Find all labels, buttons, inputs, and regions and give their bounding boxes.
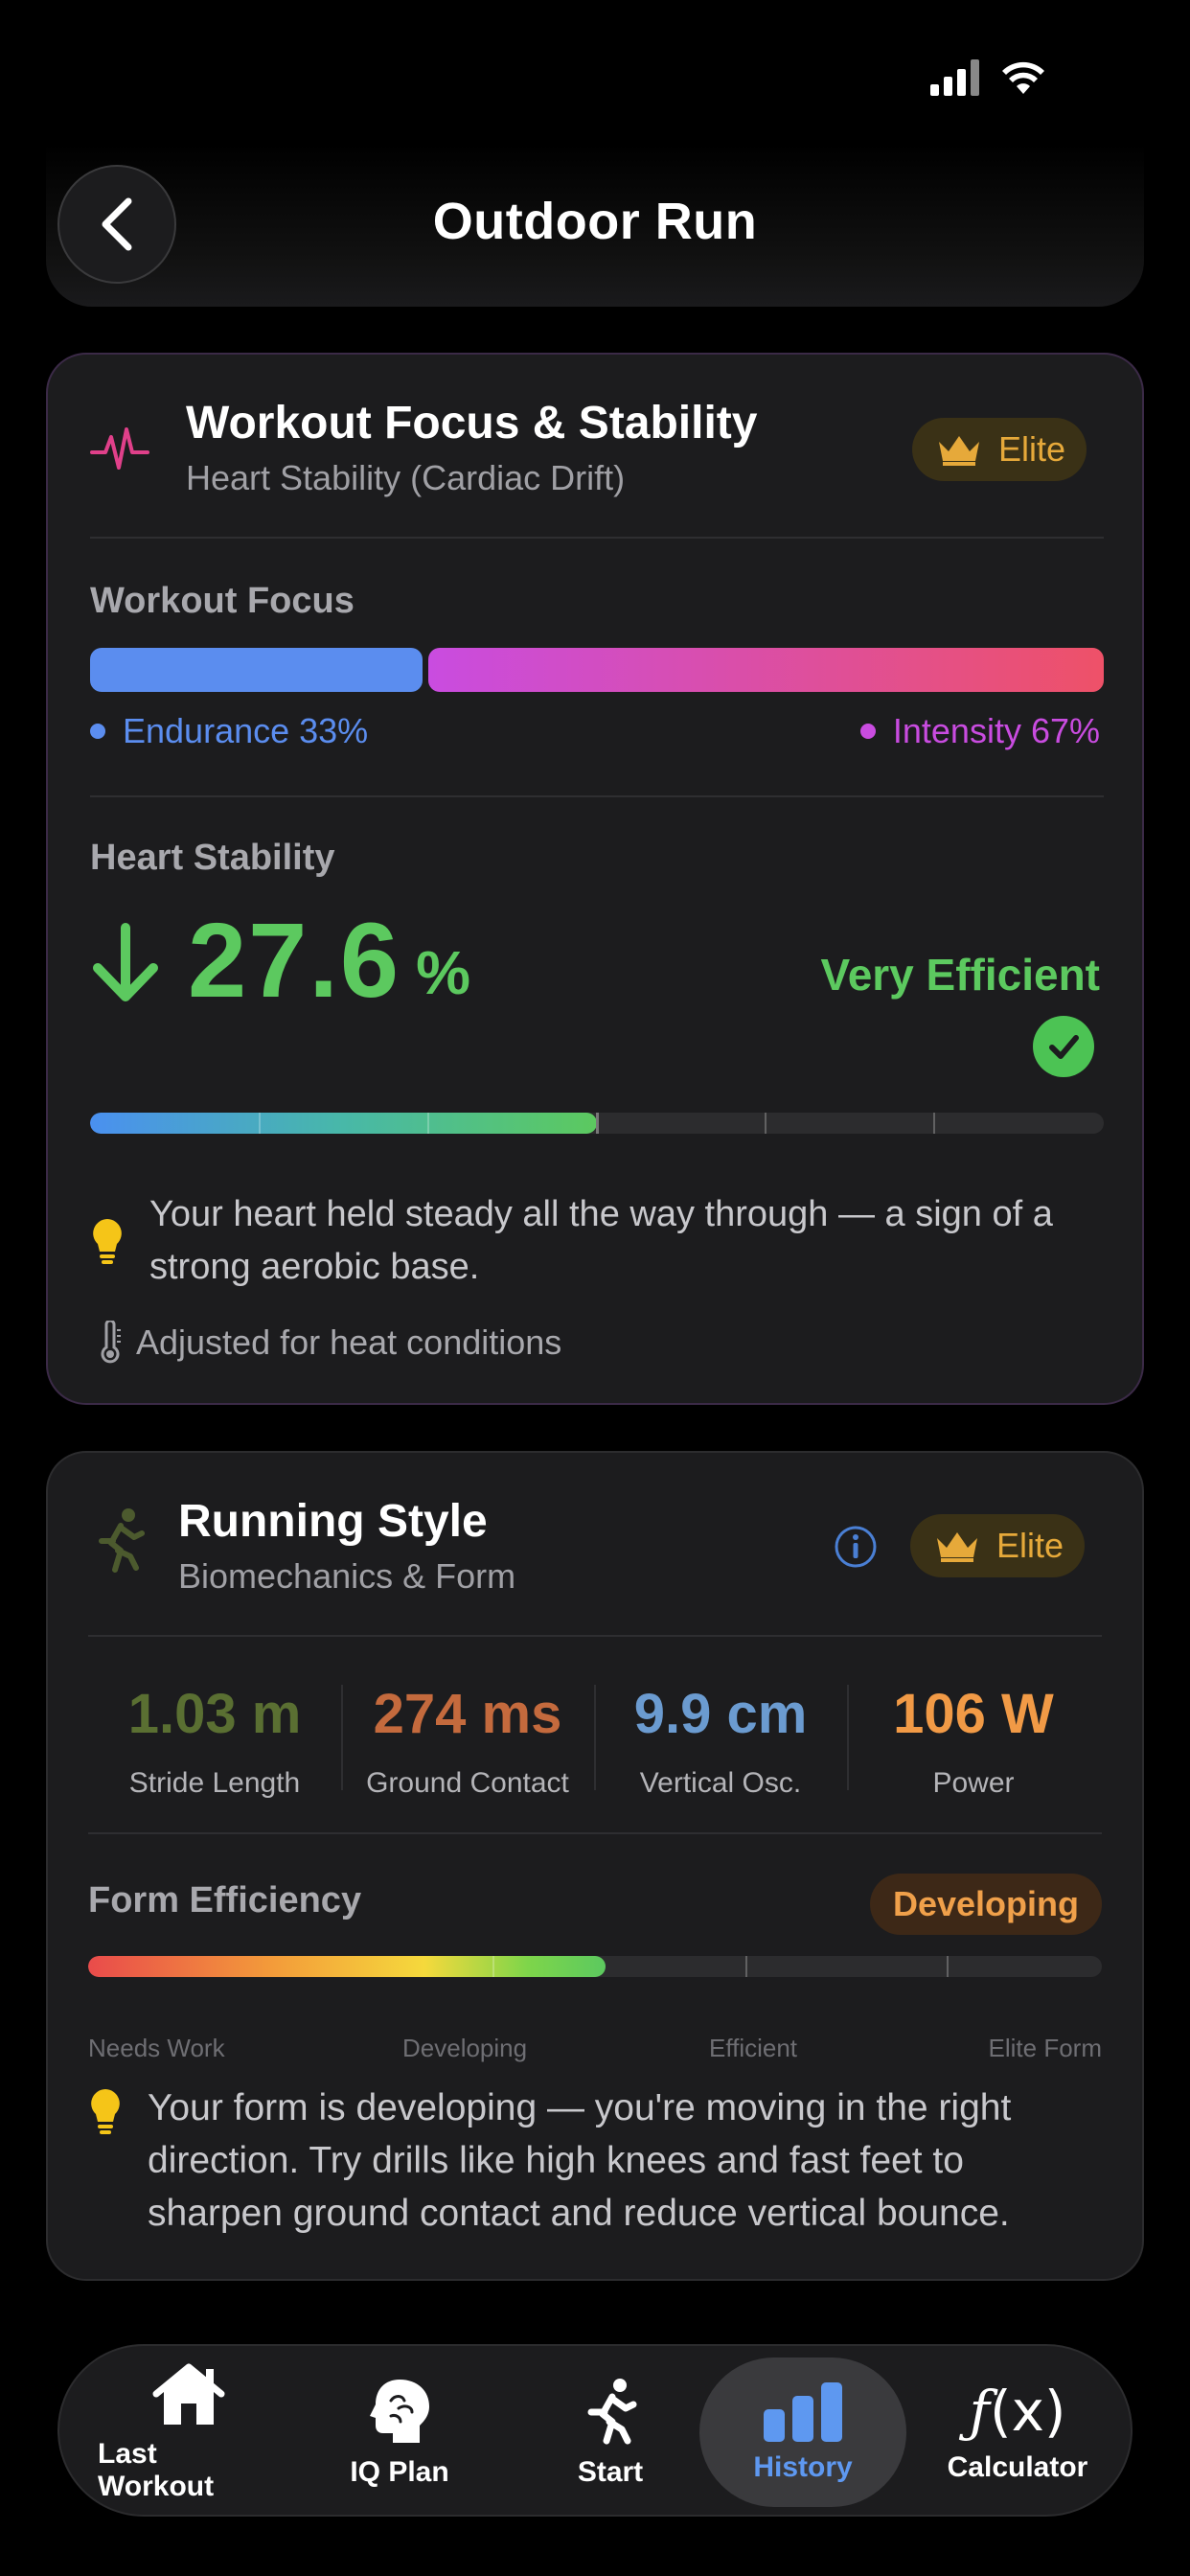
heart-stability-value: 27.6 % <box>88 908 470 1014</box>
intensity-legend: Intensity 67% <box>859 711 1100 751</box>
stability-rating: Very Efficient <box>820 950 1100 1000</box>
scale-label: Elite Form <box>988 2034 1102 2062</box>
tab-history[interactable]: History <box>699 2358 906 2507</box>
intensity-segment <box>428 648 1104 692</box>
tab-label: History <box>753 2451 853 2483</box>
metric-value: 9.9 cm <box>633 1683 808 1745</box>
heartbeat-icon <box>90 427 149 470</box>
heart-stability-gauge <box>90 1113 1104 1134</box>
metric-label: Vertical Osc. <box>639 1767 802 1799</box>
stability-unit: % <box>416 938 470 1007</box>
scale-label: Developing <box>402 2034 528 2062</box>
vertical-oscillation-metric: 9.9 cm Vertical Osc. <box>594 1682 847 1800</box>
info-icon[interactable] <box>834 1525 878 1569</box>
wifi-icon <box>1002 61 1044 94</box>
scale-label: Efficient <box>709 2034 798 2062</box>
thermometer-icon <box>101 1321 121 1364</box>
workout-focus-bar <box>90 648 1104 692</box>
elite-badge-label: Elite <box>996 1526 1064 1565</box>
stability-number: 27.6 <box>188 902 401 1020</box>
form-efficiency-gauge <box>88 1956 1102 1977</box>
tab-label: Last Workout <box>98 2438 215 2502</box>
metric-label: Power <box>932 1767 1015 1799</box>
heart-stability-label: Heart Stability <box>90 838 335 878</box>
gauge-tick <box>492 1956 494 1977</box>
gauge-tick <box>745 1956 747 1977</box>
endurance-legend: Endurance 33% <box>90 711 368 751</box>
heart-stability-tip: Your heart held steady all the way throu… <box>149 1194 1053 1287</box>
status-bar <box>0 0 1190 163</box>
legend-dot <box>90 724 105 739</box>
ground-contact-metric: 274 ms Ground Contact <box>341 1682 594 1800</box>
status-icons <box>930 59 1046 96</box>
gauge-marker <box>596 1113 599 1134</box>
form-efficiency-gauge-fill <box>88 1956 606 1977</box>
bar-chart-icon <box>764 2382 842 2442</box>
tab-label: Calculator <box>947 2451 1088 2483</box>
workout-focus-card: Workout Focus & Stability Heart Stabilit… <box>46 353 1144 1405</box>
legend-dot <box>859 724 876 739</box>
lightbulb-icon <box>91 2089 120 2134</box>
scale-label: Needs Work <box>88 2034 225 2062</box>
metric-value: 274 ms <box>373 1683 562 1745</box>
power-metric: 106 W Power <box>847 1682 1100 1800</box>
metric-label: Stride Length <box>128 1767 301 1799</box>
card-title: Workout Focus & Stability <box>186 398 758 448</box>
metric-value: 1.03 m <box>127 1683 302 1745</box>
tab-calculator[interactable]: ƒ(x) Calculator <box>927 2358 1109 2507</box>
divider <box>90 795 1104 797</box>
divider <box>88 1635 1102 1637</box>
stride-length-metric: 1.03 m Stride Length <box>88 1682 341 1800</box>
endurance-segment <box>90 648 423 692</box>
elite-badge-label: Elite <box>998 429 1066 469</box>
card-subtitle: Biomechanics & Form <box>178 1556 516 1596</box>
tab-label: IQ Plan <box>350 2456 449 2488</box>
form-efficiency-label: Form Efficiency <box>88 1880 362 1920</box>
form-tip: Your form is developing — you're moving … <box>148 2087 1012 2234</box>
elite-badge[interactable]: Elite <box>910 1514 1086 1577</box>
gauge-tick <box>427 1113 429 1134</box>
checkmark-icon <box>1033 1016 1094 1077</box>
card-subtitle: Heart Stability (Cardiac Drift) <box>186 458 626 497</box>
crown-icon <box>937 1532 977 1562</box>
crown-icon <box>939 436 979 466</box>
tab-iq-plan[interactable]: IQ Plan <box>337 2358 462 2507</box>
tab-bar: Last Workout IQ Plan Start History ƒ(x) … <box>57 2344 1133 2517</box>
function-icon: ƒ(x) <box>969 2379 1066 2444</box>
page-title: Outdoor Run <box>432 193 758 250</box>
heat-adjustment-note: Adjusted for heat conditions <box>136 1322 562 1362</box>
workout-focus-label: Workout Focus <box>90 581 355 621</box>
tab-last-workout[interactable]: Last Workout <box>98 2358 280 2507</box>
runner-icon <box>99 1508 145 1573</box>
elite-badge[interactable]: Elite <box>912 418 1087 481</box>
arrow-down-icon <box>93 923 158 1001</box>
endurance-legend-label: Endurance 33% <box>123 711 369 750</box>
intensity-legend-label: Intensity 67% <box>892 711 1100 750</box>
metric-label: Ground Contact <box>366 1767 569 1799</box>
cellular-signal-icon <box>930 59 979 96</box>
home-icon <box>152 2363 225 2425</box>
divider <box>88 1832 1102 1834</box>
gauge-tick <box>765 1113 767 1134</box>
gauge-tick <box>259 1113 261 1134</box>
gauge-tick <box>933 1113 935 1134</box>
lightbulb-icon <box>93 1219 122 1264</box>
brain-icon <box>370 2380 429 2443</box>
heart-stability-gauge-fill <box>90 1113 597 1134</box>
gauge-tick <box>947 1956 949 1977</box>
tab-start[interactable]: Start <box>558 2358 663 2507</box>
divider <box>90 537 1104 539</box>
metric-value: 106 W <box>893 1683 1054 1745</box>
card-title: Running Style <box>178 1496 488 1547</box>
form-status-badge: Developing <box>869 1874 1102 1935</box>
runner-icon <box>587 2379 637 2445</box>
tab-label: Start <box>577 2456 644 2488</box>
